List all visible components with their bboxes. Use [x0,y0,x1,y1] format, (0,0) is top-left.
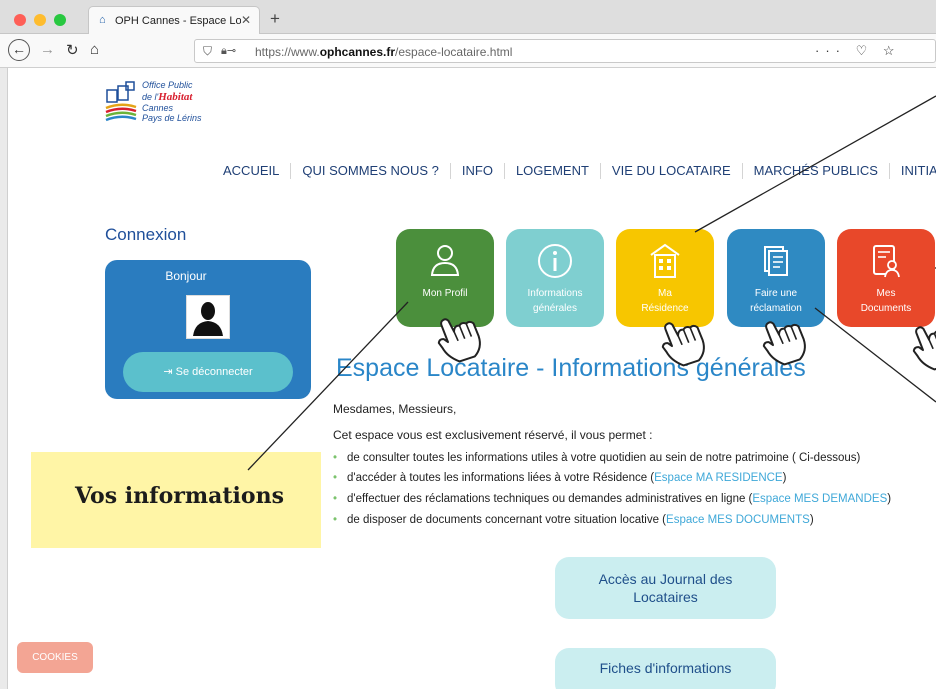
greeting-text: Bonjour [165,269,207,283]
fiches-informations-button[interactable]: Fiches d'informations [555,648,776,689]
menu-item-info[interactable]: INFO [451,163,505,179]
salutation-text: Mesdames, Messieurs, [333,402,457,416]
tile-label: Mon Profil [422,288,468,299]
new-tab-button[interactable]: + [270,9,280,29]
menu-item-vie-du-locataire[interactable]: VIE DU LOCATAIRE [601,163,743,179]
list-item: • de consulter toutes les informations ut… [333,452,861,464]
callout-text: Vos informations [75,483,284,509]
link-mes-documents[interactable]: Espace MES DOCUMENTS [666,514,810,526]
menu-item-qui-sommes-nous[interactable]: QUI SOMMES NOUS ? [291,163,451,179]
list-item: • d'accéder à toutes les informations lié… [333,472,787,484]
journal-locataires-button[interactable]: Accès au Journal des Locataires [555,557,776,619]
logo-line-3: Cannes [142,103,174,113]
back-arrow-icon[interactable]: ← [8,39,30,61]
list-item: • d'effectuer des réclamations techniques… [333,493,892,505]
tile-mes-documents[interactable]: Mes Documents [837,229,935,327]
browser-navbar: ← → ↻ ⌂ ⛉ 🔒︎⊸ https://www.ophcannes.fr/e… [0,34,936,68]
home-icon[interactable]: ⌂ [90,41,99,58]
tile-label: Mes Documents [860,288,912,314]
tile-label: Faire une réclamation [750,288,802,314]
avatar [186,295,230,339]
menu-item-initiatives[interactable]: INITIATIVES [890,163,936,179]
menu-item-marches-publics[interactable]: MARCHÉS PUBLICS [743,163,890,179]
logo-line-1: Office Public [142,80,193,90]
connexion-box: Bonjour ⇥ Se déconnecter [105,260,311,399]
site-favicon-icon: ⌂ [99,14,106,26]
user-outline-icon [430,245,460,276]
menu-item-accueil[interactable]: ACCUEIL [212,163,292,179]
tile-mon-profil[interactable]: Mon Profil [396,229,494,327]
shield-icon[interactable]: ⛉ [203,44,212,59]
reload-icon[interactable]: ↻ [66,41,79,59]
browser-titlebar: ⌂ OPH Cannes - Espace Locataire ✕ + [0,0,936,34]
pointer-hand-icon [906,317,936,375]
info-circle-icon [538,244,572,278]
url-text[interactable]: https://www.ophcannes.fr/espace-locatair… [255,45,512,59]
logout-icon: ⇥ [163,366,176,378]
link-ma-residence[interactable]: Espace MA RESIDENCE [654,472,782,484]
tab-title: OPH Cannes - Espace Locataire [115,15,241,27]
annotation-callout: Vos informations [31,452,321,548]
page-title: Espace Locataire - Informations générale… [336,354,806,382]
document-user-icon [873,245,900,278]
tile-informations-generales[interactable]: Informations générales [506,229,604,327]
logo-line-4: Pays de Lérins [142,113,202,123]
building-icon [650,243,680,278]
site-logo[interactable]: Office Public de l'Habitat Cannes Pays d… [104,78,224,126]
maximize-window-button[interactable] [54,14,66,26]
tile-faire-une-reclamation[interactable]: Faire une réclamation [727,229,825,327]
minimize-window-button[interactable] [34,14,46,26]
logout-button[interactable]: ⇥ Se déconnecter [123,352,293,392]
close-window-button[interactable] [14,14,26,26]
link-mes-demandes[interactable]: Espace MES DEMANDES [752,493,887,505]
cookies-button[interactable]: COOKIES [17,642,93,673]
connexion-title: Connexion [105,225,187,244]
tile-label: Ma Résidence [641,288,689,314]
tab-close-icon[interactable]: ✕ [241,13,251,27]
logo-mark-icon [105,81,137,122]
browser-tab[interactable]: ⌂ OPH Cannes - Espace Locataire ✕ [88,6,260,34]
document-edit-icon [764,246,788,276]
intro-text: Cet espace vous est exclusivement réserv… [333,428,653,442]
address-bar[interactable]: ⛉ 🔒︎⊸ https://www.ophcannes.fr/espace-lo… [194,39,936,63]
logo-line-2: de l'Habitat [142,91,193,103]
main-menu: ACCUEIL QUI SOMMES NOUS ? INFO LOGEMENT VIE … [212,163,936,179]
page-actions-icons[interactable]: ··· ♡ ☆ [815,43,901,59]
tile-ma-residence[interactable]: Ma Résidence [616,229,714,327]
menu-item-logement[interactable]: LOGEMENT [505,163,601,179]
list-item: • de disposer de documents concernant vot… [333,514,814,526]
forward-arrow-icon[interactable]: → [40,41,55,58]
user-silhouette-icon [193,302,223,336]
lock-icon[interactable]: 🔒︎⊸ [221,44,236,58]
window-left-edge [0,68,8,689]
tile-label: Informations générales [527,288,583,314]
